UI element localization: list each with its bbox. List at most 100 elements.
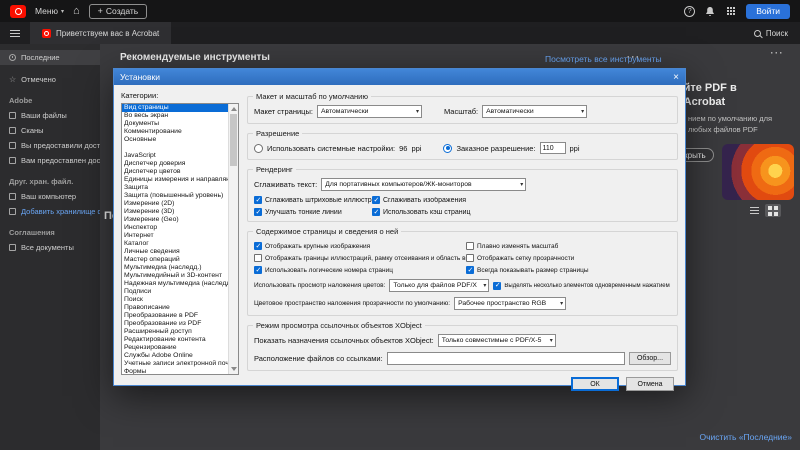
- help-icon[interactable]: ?: [684, 6, 695, 17]
- settings-panel: Макет и масштаб по умолчанию Макет стран…: [247, 90, 678, 378]
- sidebar-item-shared-with-you[interactable]: Вам предоставлен доступ: [0, 153, 100, 168]
- checkbox-page-cache[interactable]: Использовать кэш страниц: [372, 208, 671, 216]
- apps-grid-icon[interactable]: [725, 5, 737, 17]
- sidebar-item-all-documents[interactable]: Все документы: [0, 240, 100, 255]
- custom-resolution-radio[interactable]: [443, 144, 452, 153]
- category-item[interactable]: Рецензирование: [122, 344, 228, 352]
- category-item[interactable]: Измерение (Geo): [122, 216, 228, 224]
- document-icon: [9, 244, 16, 251]
- checkbox-page-size[interactable]: Всегда показывать размер страницы: [466, 266, 671, 274]
- category-item[interactable]: Защита: [122, 184, 228, 192]
- category-item[interactable]: Каталог: [122, 240, 228, 248]
- category-item[interactable]: Единицы измерения и направляющие: [122, 176, 228, 184]
- clock-icon: [9, 54, 16, 61]
- category-item[interactable]: Основные: [122, 136, 228, 144]
- checkbox-large-images[interactable]: Отображать крупные изображения: [254, 242, 466, 250]
- clear-recent-link[interactable]: Очистить «Последние»: [699, 432, 792, 442]
- sidebar-item-label: Последние: [21, 53, 60, 62]
- category-item[interactable]: Службы Adobe Online: [122, 352, 228, 360]
- location-input[interactable]: [387, 352, 625, 365]
- category-item[interactable]: Формы: [122, 368, 228, 375]
- category-item[interactable]: Документы: [122, 120, 228, 128]
- create-button[interactable]: + Создать: [89, 4, 148, 19]
- category-item[interactable]: Вид страницы: [122, 104, 228, 112]
- sidebar-item-starred[interactable]: ☆ Отмечено: [0, 72, 100, 87]
- category-item[interactable]: Измерение (3D): [122, 208, 228, 216]
- category-item[interactable]: Учетные записи электронной почты: [122, 360, 228, 368]
- recommended-tools-heading: Рекомендуемые инструменты: [120, 52, 270, 63]
- dialog-body: Категории: Вид страницыВо весь экранДоку…: [114, 85, 685, 385]
- category-item[interactable]: Мастер операций: [122, 256, 228, 264]
- custom-resolution-input[interactable]: 110: [540, 142, 566, 154]
- colorspace-select[interactable]: Рабочее пространство RGB ▾: [454, 297, 566, 310]
- checkbox-smooth-zoom[interactable]: Плавно изменять масштаб: [466, 242, 671, 250]
- tab-welcome[interactable]: Приветствуем вас в Acrobat: [30, 22, 171, 44]
- sidebar-item-recent[interactable]: Последние: [0, 50, 100, 65]
- category-item[interactable]: Преобразование в PDF: [122, 312, 228, 320]
- scrollbar-thumb[interactable]: [230, 114, 237, 166]
- sidebar-item-scans[interactable]: Сканы: [0, 123, 100, 138]
- category-item[interactable]: Подписи: [122, 288, 228, 296]
- hamburger-menu-icon[interactable]: [0, 33, 30, 34]
- category-item[interactable]: Поиск: [122, 296, 228, 304]
- checkbox-shift-select[interactable]: Выделять несколько элементов одновременн…: [493, 282, 671, 290]
- sidebar-section-other-storage[interactable]: Друг. хран. файл.: [0, 175, 100, 189]
- sidebar-section-agreements[interactable]: Соглашения: [0, 226, 100, 240]
- category-item[interactable]: Надежная мультимедиа (наследд.): [122, 280, 228, 288]
- scroll-down-icon[interactable]: [231, 367, 237, 371]
- category-item[interactable]: Правописание: [122, 304, 228, 312]
- sidebar-item-your-files[interactable]: Ваши файлы: [0, 108, 100, 123]
- home-icon[interactable]: ⌂: [73, 6, 80, 17]
- system-resolution-radio[interactable]: [254, 144, 263, 153]
- signin-button[interactable]: Войти: [746, 4, 790, 19]
- checkbox-smooth-line-art[interactable]: Сглаживать штриховые иллюстрации: [254, 196, 372, 204]
- smooth-text-select[interactable]: Для портативных компьютеров/ЖК-мониторов…: [321, 178, 526, 191]
- checkbox-enhance-thin-lines[interactable]: Улучшать тонкие линии: [254, 208, 372, 216]
- scroll-up-icon[interactable]: [231, 107, 237, 111]
- category-item[interactable]: Инспектор: [122, 224, 228, 232]
- category-item[interactable]: Диспетчер доверия: [122, 160, 228, 168]
- dialog-titlebar[interactable]: Установки ×: [114, 69, 685, 85]
- promo-image: [722, 144, 794, 200]
- select-value: Автоматически: [486, 108, 534, 115]
- category-item[interactable]: Диспетчер цветов: [122, 168, 228, 176]
- category-item[interactable]: Мультимедиа (наследд.): [122, 264, 228, 272]
- category-item[interactable]: Редактирование контента: [122, 336, 228, 344]
- sidebar-item-your-computer[interactable]: Ваш компьютер: [0, 189, 100, 204]
- checkbox-box: [372, 196, 380, 204]
- zoom-select[interactable]: Автоматически ▾: [482, 105, 587, 118]
- sidebar-item-shared-by-you[interactable]: Вы предоставили доступ: [0, 138, 100, 153]
- cancel-button[interactable]: Отмена: [626, 377, 674, 391]
- scrollbar[interactable]: [228, 104, 238, 374]
- ok-button[interactable]: ОК: [571, 377, 619, 391]
- category-item[interactable]: Защита (повышенный уровень): [122, 192, 228, 200]
- chevron-down-icon: ▾: [483, 282, 486, 289]
- bell-icon[interactable]: [704, 5, 716, 17]
- category-item[interactable]: Мультимедийный и 3D-контент: [122, 272, 228, 280]
- sidebar-add-storage-link[interactable]: Добавить хранилище фа: [0, 204, 100, 219]
- select-value: Для портативных компьютеров/ЖК-мониторов: [325, 181, 471, 188]
- overprint-select[interactable]: Только для файлов PDF/X ▾: [389, 279, 489, 292]
- category-item[interactable]: Расширенный доступ: [122, 328, 228, 336]
- select-value: Только совместимые с PDF/X-5: [442, 337, 542, 344]
- close-icon[interactable]: ×: [667, 69, 685, 85]
- category-item[interactable]: Личные сведения: [122, 248, 228, 256]
- page-layout-select[interactable]: Автоматически ▾: [317, 105, 422, 118]
- create-label: Создать: [106, 6, 138, 16]
- category-item[interactable]: Во весь экран: [122, 112, 228, 120]
- category-item[interactable]: Интернет: [122, 232, 228, 240]
- category-item[interactable]: JavaScript: [122, 152, 228, 160]
- search-button[interactable]: Поиск: [742, 29, 800, 38]
- checkbox-logical-page-numbers[interactable]: Использовать логические номера страниц: [254, 266, 466, 274]
- promo-menu-icon[interactable]: ···: [771, 49, 785, 58]
- xobject-destination-select[interactable]: Только совместимые с PDF/X-5 ▾: [438, 334, 556, 347]
- checkbox-smooth-images[interactable]: Сглаживать изображения: [372, 196, 671, 204]
- browse-button[interactable]: Обзор...: [629, 352, 671, 365]
- menu-button[interactable]: Меню ▾: [35, 6, 64, 16]
- category-item[interactable]: Комментирование: [122, 128, 228, 136]
- sidebar-section-adobe[interactable]: Adobe: [0, 94, 100, 108]
- category-item[interactable]: Измерение (2D): [122, 200, 228, 208]
- category-item[interactable]: Преобразование из PDF: [122, 320, 228, 328]
- checkbox-art-trim-bleed-boxes[interactable]: Отображать границы иллюстраций, рамку от…: [254, 254, 466, 262]
- checkbox-transparency-grid[interactable]: Отображать сетку прозрачности: [466, 254, 671, 262]
